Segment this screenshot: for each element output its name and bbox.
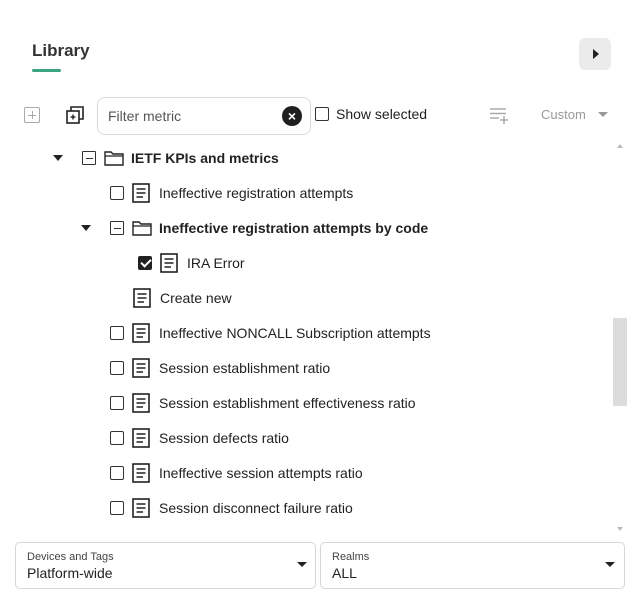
item-checkbox[interactable] xyxy=(110,326,124,340)
document-icon xyxy=(132,358,150,378)
metric-tree: IETF KPIs and metrics Ineffective regist… xyxy=(0,141,612,533)
title-underline xyxy=(32,69,61,72)
item-label: Session establishment effectiveness rati… xyxy=(159,395,416,411)
list-item[interactable]: Session establishment ratio xyxy=(0,351,612,386)
item-label: IRA Error xyxy=(187,255,245,271)
create-new-item[interactable]: Create new xyxy=(0,281,612,316)
item-label: Ineffective registration attempts xyxy=(159,185,354,201)
add-square-icon[interactable] xyxy=(24,107,40,123)
item-label: Ineffective session attempts ratio xyxy=(159,465,363,481)
item-checkbox[interactable] xyxy=(110,466,124,480)
document-icon xyxy=(132,183,150,203)
list-item[interactable]: Session disconnect failure ratio xyxy=(0,491,612,526)
list-item[interactable]: Ineffective registration attempts xyxy=(0,176,612,211)
devices-and-tags-caption: Devices and Tags xyxy=(27,551,114,563)
list-item-partial xyxy=(0,526,612,533)
item-label: Session establishment ratio xyxy=(159,360,331,376)
collapse-box-icon[interactable] xyxy=(110,221,124,235)
scroll-thumb[interactable] xyxy=(613,318,627,406)
show-selected-checkbox[interactable] xyxy=(315,107,329,121)
folder-icon xyxy=(104,151,124,166)
expand-panel-button[interactable] xyxy=(579,38,611,70)
custom-dropdown[interactable]: Custom xyxy=(541,107,608,122)
caret-right-icon xyxy=(593,49,599,59)
item-checkbox[interactable] xyxy=(110,396,124,410)
chevron-down-icon xyxy=(597,112,608,117)
chevron-down-icon xyxy=(605,562,615,567)
caret-down-icon[interactable] xyxy=(81,225,91,231)
custom-dropdown-label: Custom xyxy=(541,107,586,122)
library-panel: Library × Show selected Custom xyxy=(0,0,643,610)
close-circle-icon[interactable]: × xyxy=(282,106,302,126)
show-selected-label: Show selected xyxy=(336,106,428,122)
filter-metric-field: × xyxy=(97,97,311,135)
chevron-down-icon xyxy=(297,562,307,567)
document-icon xyxy=(132,463,150,483)
document-icon xyxy=(132,498,150,518)
realms-caption: Realms xyxy=(332,551,370,563)
item-label: Session disconnect failure ratio xyxy=(159,500,353,516)
list-item[interactable]: Ineffective NONCALL Subscription attempt… xyxy=(0,316,612,351)
panel-title: Library xyxy=(32,41,90,60)
document-icon xyxy=(133,288,151,308)
tree-group-label: IETF KPIs and metrics xyxy=(131,150,279,166)
filter-metric-input[interactable] xyxy=(108,106,278,126)
tree-subfolder-row[interactable]: Ineffective registration attempts by cod… xyxy=(0,211,612,246)
create-new-label: Create new xyxy=(160,290,232,306)
tree-group-row[interactable]: IETF KPIs and metrics xyxy=(0,141,612,176)
collapse-box-icon[interactable] xyxy=(82,151,96,165)
document-icon xyxy=(132,323,150,343)
list-item[interactable]: Session establishment effectiveness rati… xyxy=(0,386,612,421)
copy-stack-icon[interactable] xyxy=(66,106,85,125)
caret-down-icon[interactable] xyxy=(53,155,63,161)
item-checkbox[interactable] xyxy=(110,361,124,375)
list-item[interactable]: Session defects ratio xyxy=(0,421,612,456)
devices-and-tags-value: Platform-wide xyxy=(27,565,113,581)
item-label: Ineffective NONCALL Subscription attempt… xyxy=(159,325,431,341)
item-checkbox[interactable] xyxy=(110,501,124,515)
show-selected-toggle[interactable]: Show selected xyxy=(315,106,427,122)
item-checkbox[interactable] xyxy=(110,431,124,445)
scroll-down-arrow-icon[interactable] xyxy=(617,527,623,531)
devices-and-tags-select[interactable]: Devices and Tags Platform-wide xyxy=(15,542,316,589)
scroll-up-arrow-icon[interactable] xyxy=(617,144,623,148)
playlist-add-icon[interactable] xyxy=(489,106,509,124)
realms-value: ALL xyxy=(332,565,357,581)
document-icon xyxy=(132,428,150,448)
document-icon xyxy=(160,253,178,273)
realms-select[interactable]: Realms ALL xyxy=(320,542,625,589)
list-item[interactable]: Ineffective session attempts ratio xyxy=(0,456,612,491)
folder-icon xyxy=(132,221,152,236)
document-icon xyxy=(132,393,150,413)
list-item[interactable]: IRA Error xyxy=(0,246,612,281)
tree-subfolder-label: Ineffective registration attempts by cod… xyxy=(159,220,429,236)
item-label: Session defects ratio xyxy=(159,430,289,446)
item-checkbox[interactable] xyxy=(138,256,152,270)
item-checkbox[interactable] xyxy=(110,186,124,200)
